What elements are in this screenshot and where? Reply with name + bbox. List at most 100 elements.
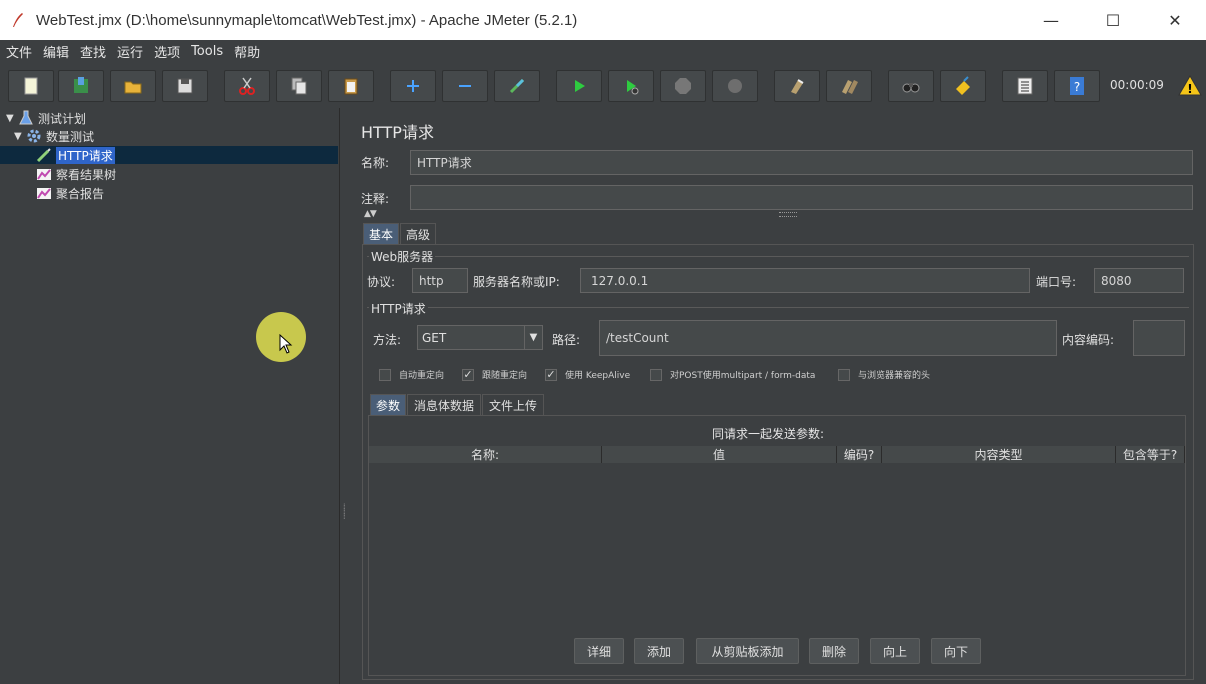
auto-redirect-checkbox[interactable]: 自动重定向 <box>379 368 444 381</box>
name-input[interactable]: HTTP请求 <box>410 150 1193 175</box>
delete-button[interactable]: 删除 <box>809 638 859 664</box>
tab-basic[interactable]: 基本 <box>363 223 399 244</box>
svg-text:?: ? <box>1074 80 1080 94</box>
menu-tools[interactable]: Tools <box>191 44 223 59</box>
menu-help[interactable]: 帮助 <box>234 42 260 61</box>
open-button[interactable] <box>110 70 156 102</box>
protocol-label: 协议: <box>367 275 396 289</box>
checkbox-box <box>838 368 850 381</box>
chart-icon <box>36 185 52 201</box>
toggle-button[interactable] <box>494 70 540 102</box>
http-request-panel: HTTP请求 名称: HTTP请求 注释: ▲▼ 基本 高级 Web服务器 协议… <box>351 108 1206 684</box>
toggle-icon <box>509 78 525 94</box>
port-input[interactable]: 8080 <box>1094 268 1184 293</box>
save-button[interactable] <box>162 70 208 102</box>
comment-label: 注释: <box>361 192 390 206</box>
keepalive-checkbox[interactable]: ✓ 使用 KeepAlive <box>545 368 630 381</box>
clear-button[interactable] <box>774 70 820 102</box>
multipart-checkbox[interactable]: 对POST使用multipart / form-data <box>650 368 815 381</box>
start-no-pause-button[interactable] <box>608 70 654 102</box>
move-up-button[interactable]: 向上 <box>870 638 920 664</box>
browser-compatible-headers-checkbox[interactable]: 与浏览器兼容的头 <box>838 368 930 381</box>
name-label: 名称: <box>361 156 390 170</box>
paste-button[interactable] <box>328 70 374 102</box>
toolbar: ? 00:00:09 ! <box>0 62 1206 108</box>
collapse-arrows-icon[interactable]: ▲▼ <box>364 209 377 219</box>
jmeter-feather-icon <box>10 12 26 28</box>
warning-icon[interactable]: ! <box>1178 74 1202 96</box>
expand-toggle-icon[interactable]: ▼ <box>6 113 18 124</box>
tree-item-thread-group[interactable]: ▼ 数量测试 <box>14 127 94 145</box>
collapse-button[interactable] <box>442 70 488 102</box>
menu-edit[interactable]: 编辑 <box>43 42 69 61</box>
column-include-equals[interactable]: 包含等于? <box>1116 446 1185 463</box>
window-title: WebTest.jmx (D:\home\sunnymaple\tomcat\W… <box>36 11 578 29</box>
resize-grip-icon[interactable] <box>779 212 797 217</box>
help-button[interactable]: ? <box>1054 70 1100 102</box>
stop-button[interactable] <box>660 70 706 102</box>
method-select-value: GET <box>422 330 447 345</box>
tab-files-upload[interactable]: 文件上传 <box>482 394 544 415</box>
parameters-caption: 同请求一起发送参数: <box>712 427 825 441</box>
menu-run[interactable]: 运行 <box>117 42 143 61</box>
clear-all-button[interactable] <box>826 70 872 102</box>
reset-search-button[interactable] <box>940 70 986 102</box>
divider-grip-icon: ⁞ ⁞ ⁞ <box>343 502 346 521</box>
title-bar: WebTest.jmx (D:\home\sunnymaple\tomcat\W… <box>0 0 1206 40</box>
close-button[interactable]: ✕ <box>1144 0 1206 40</box>
path-input[interactable]: /testCount <box>599 320 1057 356</box>
maximize-button[interactable]: ☐ <box>1082 0 1144 40</box>
new-button[interactable] <box>8 70 54 102</box>
comment-input[interactable] <box>410 185 1193 210</box>
tree-item-http-request[interactable]: HTTP请求 <box>0 146 338 164</box>
clear-all-icon <box>842 80 858 94</box>
expand-toggle-icon[interactable]: ▼ <box>14 131 26 142</box>
help-icon: ? <box>1070 77 1084 95</box>
collapse-icon <box>459 85 471 87</box>
protocol-input[interactable]: http <box>412 268 468 293</box>
tab-advanced[interactable]: 高级 <box>400 223 436 244</box>
content-encoding-input[interactable] <box>1133 320 1185 356</box>
tree-item-test-plan[interactable]: ▼ 测试计划 <box>6 109 86 127</box>
minimize-button[interactable]: — <box>1020 0 1082 40</box>
move-down-button[interactable]: 向下 <box>931 638 981 664</box>
menu-search[interactable]: 查找 <box>80 42 106 61</box>
content-encoding-label: 内容编码: <box>1062 333 1115 347</box>
expand-button[interactable] <box>390 70 436 102</box>
column-name[interactable]: 名称: <box>369 446 602 463</box>
cut-button[interactable] <box>224 70 270 102</box>
elapsed-timer: 00:00:09 <box>1110 78 1164 92</box>
column-value[interactable]: 值 <box>602 446 837 463</box>
add-from-clipboard-button[interactable]: 从剪贴板添加 <box>696 638 799 664</box>
templates-button[interactable] <box>58 70 104 102</box>
start-no-pause-icon <box>627 80 639 95</box>
tree-item-aggregate-report[interactable]: 聚合报告 <box>36 184 104 202</box>
function-helper-icon <box>1017 77 1033 95</box>
tree-item-view-results-tree[interactable]: 察看结果树 <box>36 165 116 183</box>
start-button[interactable] <box>556 70 602 102</box>
chevron-down-icon: ▼ <box>524 326 542 349</box>
add-button[interactable]: 添加 <box>634 638 684 664</box>
tab-parameters[interactable]: 参数 <box>370 394 406 415</box>
menu-file[interactable]: 文件 <box>6 42 32 61</box>
shutdown-button[interactable] <box>712 70 758 102</box>
checkmark-icon: ✓ <box>545 368 557 381</box>
start-icon <box>575 80 585 92</box>
column-encode[interactable]: 编码? <box>837 446 882 463</box>
gear-icon <box>26 128 42 144</box>
server-name-input[interactable]: 127.0.0.1 <box>580 268 1030 293</box>
new-icon <box>24 77 38 95</box>
column-content-type[interactable]: 内容类型 <box>882 446 1116 463</box>
tab-body-data[interactable]: 消息体数据 <box>407 394 481 415</box>
function-helper-button[interactable] <box>1002 70 1048 102</box>
copy-button[interactable] <box>276 70 322 102</box>
split-pane-divider[interactable]: ⁞ ⁞ ⁞ <box>341 108 351 684</box>
detail-button[interactable]: 详细 <box>574 638 624 664</box>
parameters-table-header: 名称: 值 编码? 内容类型 包含等于? <box>369 446 1185 463</box>
shutdown-icon <box>728 79 742 93</box>
search-button[interactable] <box>888 70 934 102</box>
reset-search-icon <box>956 76 970 95</box>
method-select[interactable]: GET ▼ <box>417 325 543 350</box>
menu-options[interactable]: 选项 <box>154 42 180 61</box>
follow-redirect-checkbox[interactable]: ✓ 跟随重定向 <box>462 368 527 381</box>
